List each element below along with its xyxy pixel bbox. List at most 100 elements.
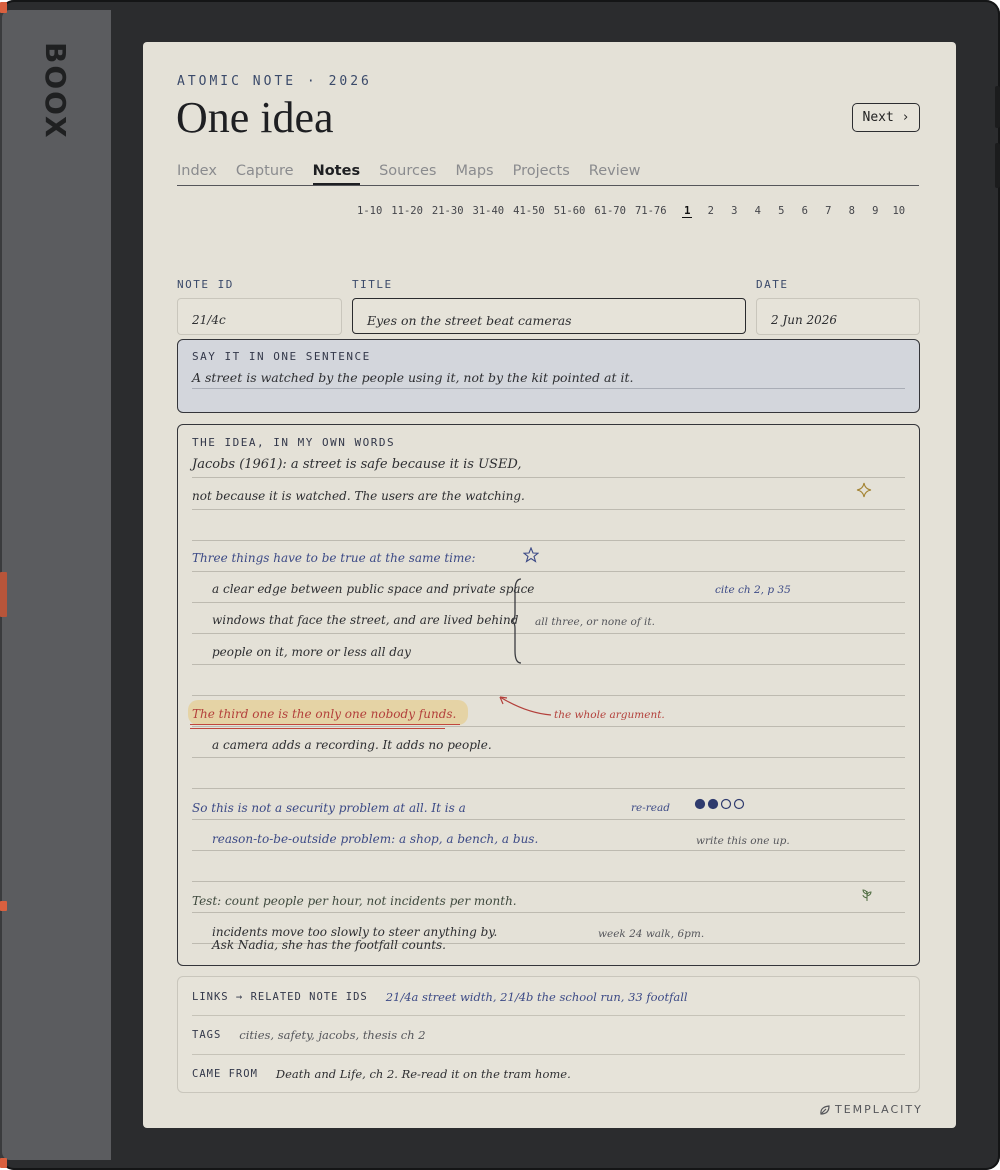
links-row[interactable]: LINKS → RELATED NOTE IDS 21/4a street wi… [192, 979, 688, 1015]
note-line: people on it, more or less all day [212, 645, 411, 659]
one-sentence-box[interactable]: SAY IT IN ONE SENTENCE A street is watch… [177, 339, 920, 413]
ruled-line [192, 726, 905, 727]
rating-dot [720, 798, 732, 810]
page-link[interactable]: 8 [840, 205, 864, 217]
ruled-line [192, 602, 905, 603]
device-spine [2, 10, 111, 1160]
page-range-link[interactable]: 51-60 [554, 205, 586, 217]
note-id-label: NOTE ID [177, 278, 234, 291]
page-navigator: 1-10 11-20 21-30 31-40 41-50 51-60 61-70… [357, 205, 911, 218]
tab-maps[interactable]: Maps [455, 161, 493, 185]
leaf-icon [820, 1104, 830, 1115]
edge-marker [0, 2, 7, 13]
tab-notes[interactable]: Notes [312, 161, 361, 185]
metadata-box: LINKS → RELATED NOTE IDS 21/4a street wi… [177, 976, 920, 1093]
page-range-link[interactable]: 31-40 [473, 205, 505, 217]
page-title: One idea [176, 93, 334, 142]
page-link[interactable]: 2 [699, 205, 723, 217]
sparkle-icon [856, 482, 872, 498]
side-button[interactable] [995, 143, 1000, 188]
star-icon [523, 547, 539, 563]
page-range-link[interactable]: 1-10 [357, 205, 382, 217]
note-id-field[interactable]: 21/4c [177, 298, 342, 335]
tab-review[interactable]: Review [589, 161, 641, 185]
margin-note: the whole argument. [554, 709, 665, 721]
note-line: Jacobs (1961): a street is safe because … [192, 457, 522, 472]
note-line: a clear edge between public space and pr… [212, 582, 535, 596]
page-range-link[interactable]: 61-70 [594, 205, 626, 217]
ruled-line [192, 571, 905, 572]
date-value: 2 Jun 2026 [771, 313, 838, 327]
ruled-line [192, 819, 905, 820]
sprout-icon [862, 889, 872, 901]
ruled-line [192, 509, 905, 510]
tags-row[interactable]: TAGS cities, safety, jacobs, thesis ch 2 [192, 1017, 426, 1053]
divider [192, 1015, 905, 1016]
ruled-line [192, 633, 905, 634]
curly-bracket-mark [511, 578, 522, 664]
edge-marker [0, 1158, 7, 1168]
page-link[interactable]: 5 [770, 205, 794, 217]
rating-dots [694, 798, 745, 810]
page-range-link[interactable]: 41-50 [513, 205, 545, 217]
note-line: Three things have to be true at the same… [192, 551, 476, 565]
title-value: Eyes on the street beat cameras [367, 313, 572, 328]
note-line: So this is not a security problem at all… [192, 801, 466, 815]
rating-dot [694, 798, 706, 810]
arrow-icon [499, 696, 552, 716]
margin-note: all three, or none of it. [535, 616, 655, 628]
date-label: DATE [756, 278, 789, 291]
margin-note: write this one up. [696, 835, 790, 847]
note-line: incidents move too slowly to steer anyth… [212, 925, 498, 939]
note-line: not because it is watched. The users are… [192, 489, 525, 503]
tags-value: cities, safety, jacobs, thesis ch 2 [239, 1028, 426, 1042]
page-link[interactable]: 3 [723, 205, 747, 217]
tab-projects[interactable]: Projects [513, 161, 570, 185]
one-sentence-label: SAY IT IN ONE SENTENCE [192, 350, 371, 363]
templacity-logo: TEMPLACITY [819, 1103, 923, 1116]
device-brand-logo: BOOX [39, 42, 72, 140]
ruled-line [192, 757, 905, 758]
page-link[interactable]: 6 [793, 205, 817, 217]
page-range-link[interactable]: 71-76 [635, 205, 667, 217]
ruled-line [192, 881, 905, 882]
page-link[interactable]: 10 [887, 205, 911, 217]
page-link-current[interactable]: 1 [676, 205, 700, 218]
ruled-line [192, 388, 905, 389]
ruled-line [192, 788, 905, 789]
ruled-line [192, 540, 905, 541]
page-range-link[interactable]: 11-20 [391, 205, 423, 217]
came-from-value: Death and Life, ch 2. Re-read it on the … [275, 1067, 571, 1081]
ruled-line [192, 477, 905, 478]
ruled-line [192, 664, 905, 665]
edge-marker [0, 572, 7, 617]
page-range-link[interactable]: 21-30 [432, 205, 464, 217]
date-field[interactable]: 2 Jun 2026 [756, 298, 920, 335]
tab-index[interactable]: Index [177, 161, 217, 185]
side-button[interactable] [995, 86, 1000, 128]
came-from-row[interactable]: CAME FROM Death and Life, ch 2. Re-read … [192, 1056, 571, 1092]
idea-box[interactable]: THE IDEA, IN MY OWN WORDS Jacobs (1961):… [177, 424, 920, 966]
rating-dot [733, 798, 745, 810]
next-button[interactable]: Next › [852, 103, 920, 132]
title-field[interactable]: Eyes on the street beat cameras [352, 298, 746, 334]
note-line: reason-to-be-outside problem: a shop, a … [212, 832, 539, 846]
title-label: TITLE [352, 278, 393, 291]
screen: ATOMIC NOTE · 2026 One idea Next › Index… [143, 42, 956, 1128]
underline-mark [190, 724, 460, 725]
underline-mark [190, 728, 445, 729]
links-value: 21/4a street width, 21/4b the school run… [385, 990, 688, 1004]
tab-sources[interactable]: Sources [379, 161, 436, 185]
ruled-line [192, 912, 905, 913]
tab-capture[interactable]: Capture [236, 161, 294, 185]
page-link[interactable]: 7 [817, 205, 841, 217]
page-kicker: ATOMIC NOTE · 2026 [177, 74, 372, 89]
margin-note: week 24 walk, 6pm. [598, 928, 705, 940]
edge-marker [0, 901, 7, 911]
note-line: Test: count people per hour, not inciden… [192, 894, 517, 908]
one-sentence-value: A street is watched by the people using … [192, 370, 634, 385]
page-link[interactable]: 4 [746, 205, 770, 217]
page-link[interactable]: 9 [864, 205, 888, 217]
tab-bar: Index Capture Notes Sources Maps Project… [177, 161, 919, 186]
note-id-value: 21/4c [192, 313, 226, 327]
